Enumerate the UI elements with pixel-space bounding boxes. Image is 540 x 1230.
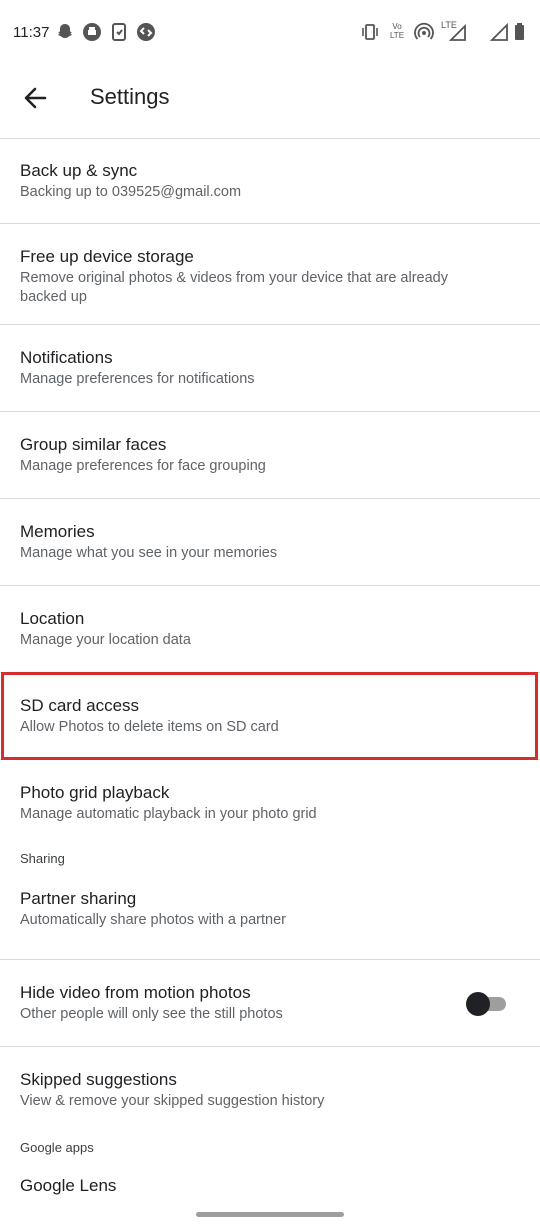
setting-skipped-suggestions[interactable]: Skipped suggestions View & remove your s… [0,1047,540,1134]
setting-hide-video-motion-photos[interactable]: Hide video from motion photos Other peop… [0,960,540,1047]
settings-list: Back up & sync Backing up to 039525@gmai… [0,138,540,1205]
setting-subtitle: View & remove your skipped suggestion hi… [20,1093,325,1109]
setting-subtitle: Allow Photos to delete items on SD card [20,719,279,735]
setting-free-up-storage[interactable]: Free up device storage Remove original p… [0,224,540,325]
section-header-sharing: Sharing [20,851,65,866]
setting-partner-sharing[interactable]: Partner sharing Automatically share phot… [0,878,540,960]
setting-title: Back up & sync [20,161,138,180]
setting-subtitle: Other people will only see the still pho… [20,1006,283,1022]
setting-photo-grid-playback[interactable]: Photo grid playback Manage automatic pla… [0,760,540,847]
lte-signal-icon: LTE [441,20,467,42]
status-bar: 11:37 Vo LTE LTE [0,0,540,66]
setting-subtitle: Automatically share photos with a partne… [20,912,286,928]
volte-icon: Vo LTE [389,22,405,40]
setting-subtitle: Manage what you see in your memories [20,545,278,561]
setting-memories[interactable]: Memories Manage what you see in your mem… [0,499,540,586]
setting-subtitle: Manage automatic playback in your photo … [20,806,317,822]
setting-title: Notifications [20,348,113,367]
home-indicator[interactable] [196,1212,344,1217]
setting-subtitle: Remove original photos & videos from you… [20,270,448,305]
app-bar: Settings [0,66,540,139]
setting-google-lens[interactable]: Google Lens [0,1165,540,1205]
setting-subtitle: Manage preferences for notifications [20,371,255,387]
back-button[interactable] [18,80,54,116]
page-title: Settings [90,84,170,109]
setting-title: Location [20,609,85,628]
setting-backup-sync[interactable]: Back up & sync Backing up to 039525@gmai… [0,138,540,224]
setting-title: Memories [20,522,95,541]
setting-sd-card-access[interactable]: SD card access Allow Photos to delete it… [0,673,540,760]
arrow-back-icon [24,87,47,109]
phone-sync-icon [109,22,129,42]
shazam-icon [136,22,156,42]
setting-subtitle: Manage your location data [20,632,191,648]
setting-title: Photo grid playback [20,783,170,802]
setting-title: Group similar faces [20,435,167,454]
setting-title: Hide video from motion photos [20,983,251,1002]
battery-icon [513,22,527,42]
setting-subtitle: Manage preferences for face grouping [20,458,266,474]
snapchat-icon [55,22,75,42]
setting-title: SD card access [20,696,140,715]
setting-location[interactable]: Location Manage your location data [0,586,540,673]
setting-group-faces[interactable]: Group similar faces Manage preferences f… [0,412,540,499]
setting-notifications[interactable]: Notifications Manage preferences for not… [0,325,540,412]
setting-subtitle: Backing up to 039525@gmail.com [20,184,242,200]
section-header-google-apps: Google apps [20,1140,94,1155]
setting-title: Partner sharing [20,889,137,908]
toggle-thumb [466,992,490,1016]
hide-video-toggle[interactable] [466,992,506,1016]
setting-title: Skipped suggestions [20,1070,177,1089]
setting-title: Free up device storage [20,247,194,266]
setting-title: Google Lens [20,1176,117,1195]
status-time: 11:37 [13,24,50,41]
signal-icon [489,22,509,42]
vibrate-icon [360,22,380,42]
hotspot-icon [414,22,434,42]
print-icon [82,22,102,42]
